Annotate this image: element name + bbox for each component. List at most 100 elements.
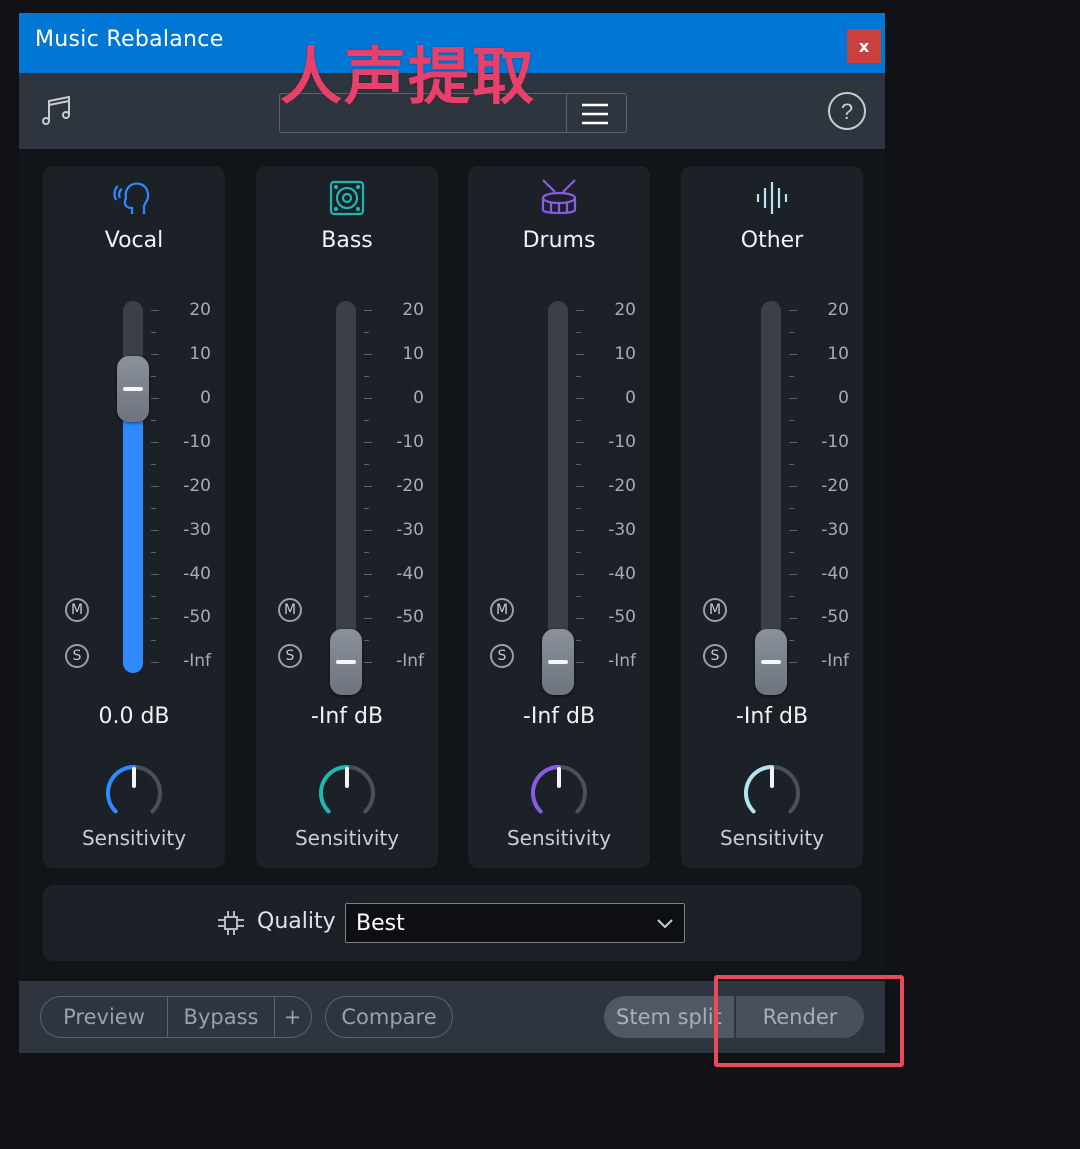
scale-label: -40: [608, 564, 636, 584]
scale-tick: [364, 596, 369, 597]
scale-tick: [151, 398, 159, 399]
fader-handle[interactable]: [117, 356, 149, 422]
vocal-head-icon: [43, 178, 225, 222]
mute-button[interactable]: M: [703, 598, 727, 622]
gain-fader[interactable]: [117, 301, 149, 673]
scale-label: -50: [183, 607, 211, 627]
scale-tick: [789, 662, 797, 663]
annotation-overlay-text: 人声提取: [280, 40, 537, 113]
scale-tick: [364, 310, 372, 311]
scale-label: 20: [402, 300, 424, 320]
scale-tick: [789, 574, 797, 575]
solo-button[interactable]: S: [65, 644, 89, 668]
channel-strip-drums: Drums 20 10 0 -10 -20 -30 -40 -50 -Inf M S -Inf dB S…: [468, 166, 650, 868]
add-button[interactable]: +: [275, 997, 310, 1037]
sensitivity-label: Sensitivity: [506, 826, 612, 850]
channels-area: Vocal 20 10 0 -10 -20 -30 -40 -50 -Inf M S 0.0 dB Se…: [19, 149, 885, 981]
sensitivity-label: Sensitivity: [81, 826, 187, 850]
preview-button[interactable]: Preview: [41, 997, 167, 1037]
render-highlight-box: [714, 975, 904, 1067]
gain-readout: 0.0 dB: [98, 704, 170, 729]
scale-tick: [576, 420, 581, 421]
sensitivity-knob[interactable]: [739, 760, 805, 826]
gain-fader[interactable]: [755, 301, 787, 695]
scale-tick: [151, 442, 159, 443]
quality-select[interactable]: Best: [345, 903, 685, 943]
scale-label: 10: [827, 344, 849, 364]
preset-divider: [566, 94, 567, 132]
scale-label: -50: [821, 607, 849, 627]
scale-tick: [789, 464, 794, 465]
channel-name: Drums: [522, 228, 596, 253]
scale-tick: [151, 618, 159, 619]
scale-tick: [576, 398, 584, 399]
scale-tick: [151, 662, 159, 663]
music-notes-icon[interactable]: [39, 93, 75, 129]
db-scale: 20 10 0 -10 -20 -30 -40 -50 -Inf: [151, 301, 211, 673]
scale-tick: [151, 552, 156, 553]
scale-tick: [789, 442, 797, 443]
scale-tick: [789, 508, 794, 509]
close-button[interactable]: x: [847, 29, 881, 63]
hamburger-icon[interactable]: [580, 100, 610, 128]
scale-tick: [364, 464, 369, 465]
sensitivity-knob[interactable]: [314, 760, 380, 826]
scale-label: -30: [608, 520, 636, 540]
scale-tick: [151, 508, 156, 509]
preview-bypass-group: Preview Bypass +: [40, 996, 312, 1038]
speaker-icon: [256, 178, 438, 222]
scale-label: 10: [402, 344, 424, 364]
fader-handle[interactable]: [755, 629, 787, 695]
help-icon[interactable]: ?: [827, 91, 867, 131]
scale-tick: [789, 332, 794, 333]
scale-tick: [151, 420, 156, 421]
sensitivity-knob[interactable]: [101, 760, 167, 826]
fader-handle[interactable]: [330, 629, 362, 695]
scale-tick: [576, 354, 584, 355]
scale-tick: [364, 486, 372, 487]
scale-label: -40: [396, 564, 424, 584]
scale-tick: [151, 486, 159, 487]
sensitivity-knob[interactable]: [526, 760, 592, 826]
scale-label: -20: [608, 476, 636, 496]
solo-button[interactable]: S: [490, 644, 514, 668]
scale-tick: [576, 640, 581, 641]
scale-tick: [151, 574, 159, 575]
scale-tick: [576, 530, 584, 531]
scale-label: -50: [396, 607, 424, 627]
scale-tick: [151, 530, 159, 531]
bypass-button[interactable]: Bypass: [168, 997, 274, 1037]
scale-label: -Inf: [183, 651, 211, 671]
mute-button[interactable]: M: [278, 598, 302, 622]
scale-tick: [789, 420, 794, 421]
mute-button[interactable]: M: [490, 598, 514, 622]
scale-tick: [151, 596, 156, 597]
scale-tick: [364, 530, 372, 531]
fader-handle[interactable]: [542, 629, 574, 695]
scale-tick: [151, 310, 159, 311]
scale-tick: [364, 618, 372, 619]
db-scale: 20 10 0 -10 -20 -30 -40 -50 -Inf: [789, 301, 849, 673]
scale-tick: [576, 376, 581, 377]
scale-tick: [364, 442, 372, 443]
gain-fader[interactable]: [330, 301, 362, 695]
scale-tick: [364, 398, 372, 399]
scale-label: -50: [608, 607, 636, 627]
drum-icon: [468, 178, 650, 222]
solo-button[interactable]: S: [278, 644, 302, 668]
scale-label: 0: [625, 388, 636, 408]
compare-button[interactable]: Compare: [325, 996, 453, 1038]
scale-tick: [576, 310, 584, 311]
sensitivity-label: Sensitivity: [294, 826, 400, 850]
scale-tick: [364, 508, 369, 509]
scale-label: 0: [413, 388, 424, 408]
scale-tick: [576, 662, 584, 663]
scale-label: -10: [396, 432, 424, 452]
scale-label: 0: [200, 388, 211, 408]
mute-button[interactable]: M: [65, 598, 89, 622]
solo-button[interactable]: S: [703, 644, 727, 668]
channel-strip-bass: Bass 20 10 0 -10 -20 -30 -40 -50 -Inf M S -Inf dB Se…: [256, 166, 438, 868]
scale-tick: [151, 354, 159, 355]
scale-tick: [151, 464, 156, 465]
gain-fader[interactable]: [542, 301, 574, 695]
